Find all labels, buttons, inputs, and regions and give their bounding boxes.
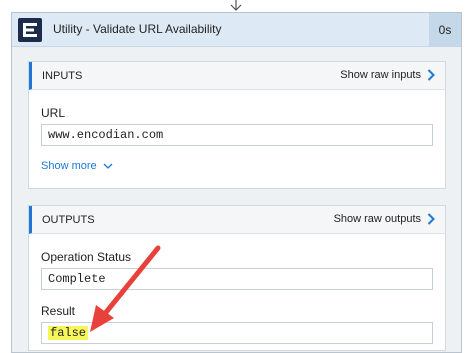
url-field[interactable]: www.encodian.com: [41, 124, 433, 146]
action-header[interactable]: Utility - Validate URL Availability 0s: [12, 13, 461, 47]
url-label: URL: [41, 106, 66, 120]
show-more-label: Show more: [41, 160, 97, 172]
chevron-right-icon: [427, 213, 435, 225]
chevron-down-icon: [103, 163, 113, 169]
connector-down-arrow-icon: [230, 0, 242, 11]
result-label: Result: [41, 304, 76, 318]
outputs-title: OUTPUTS: [42, 214, 95, 226]
inputs-title: INPUTS: [42, 70, 83, 82]
operation-status-label: Operation Status: [41, 250, 132, 264]
chevron-right-icon: [427, 69, 435, 81]
encodian-logo-icon: [18, 18, 42, 42]
duration-badge: 0s: [429, 13, 461, 46]
inputs-section: INPUTS Show raw inputs URL www.encodian.…: [28, 61, 446, 189]
result-value-highlight: false: [48, 326, 89, 340]
action-card: Utility - Validate URL Availability 0s I…: [11, 12, 462, 353]
show-raw-inputs-link[interactable]: Show raw inputs: [340, 69, 435, 81]
operation-status-field[interactable]: Complete: [41, 268, 433, 290]
action-title: Utility - Validate URL Availability: [53, 22, 222, 36]
show-raw-outputs-link[interactable]: Show raw outputs: [334, 213, 435, 225]
result-field[interactable]: false: [41, 322, 433, 344]
inputs-header: INPUTS Show raw inputs: [29, 62, 445, 90]
show-raw-inputs-label: Show raw inputs: [340, 69, 421, 81]
show-raw-outputs-label: Show raw outputs: [333, 213, 421, 225]
show-more-link[interactable]: Show more: [41, 160, 113, 172]
outputs-section: OUTPUTS Show raw outputs Operation Statu…: [28, 205, 446, 351]
outputs-header: OUTPUTS Show raw outputs: [29, 206, 445, 234]
